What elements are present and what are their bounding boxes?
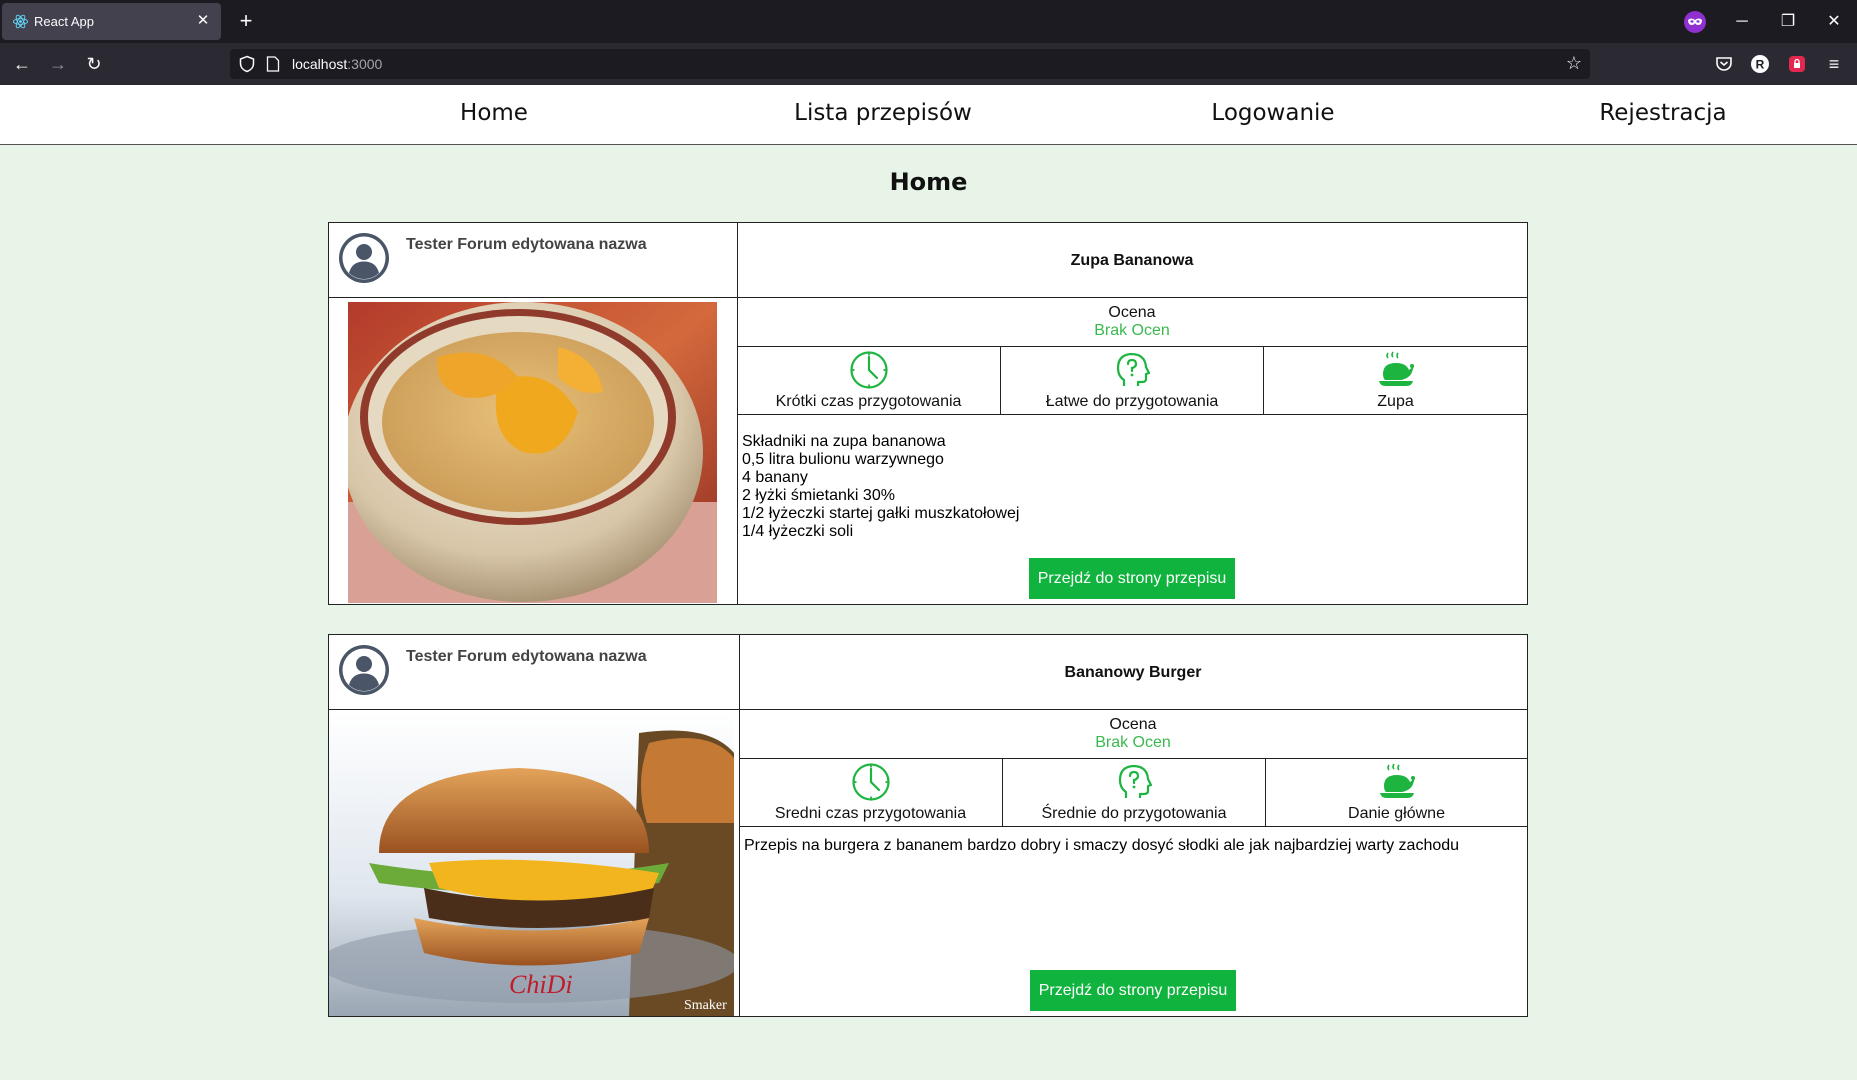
recipe-description: Składniki na zupa bananowa 0,5 litra bul… bbox=[742, 433, 1020, 540]
rating-label: Ocena bbox=[1108, 304, 1156, 321]
reload-icon[interactable]: ↻ bbox=[81, 51, 107, 77]
attr-difficulty-label: Łatwe do przygotowania bbox=[1045, 393, 1219, 410]
author-block: Tester Forum edytowana nazwa bbox=[329, 635, 739, 710]
photo-logo: ChiDi bbox=[509, 970, 573, 999]
shield-icon[interactable] bbox=[238, 55, 256, 73]
browser-nav-bar: ← → ↻ localhost:3000 ☆ R ≡ bbox=[0, 43, 1857, 85]
extension-icon[interactable] bbox=[1787, 54, 1807, 74]
browser-tab[interactable]: React App ✕ bbox=[2, 3, 221, 40]
rating-value: Brak Ocen bbox=[1095, 734, 1171, 751]
rating-block: Ocena Brak Ocen bbox=[739, 710, 1527, 759]
nav-login-link[interactable]: Logowanie bbox=[1211, 100, 1334, 126]
head-question-icon bbox=[1116, 352, 1151, 386]
recipe-attributes: Sredni czas przygotowania Średnie do prz… bbox=[739, 759, 1527, 827]
recipe-photo-banana-burger: ChiDi Smaker bbox=[329, 713, 734, 1016]
soup-photo-graphic bbox=[348, 302, 717, 603]
roast-chicken-icon bbox=[1379, 763, 1415, 798]
tab-close-icon[interactable]: ✕ bbox=[193, 11, 213, 31]
go-to-recipe-button[interactable]: Przejdź do strony przepisu bbox=[1029, 558, 1235, 599]
head-question-icon bbox=[1118, 764, 1153, 798]
page-icon bbox=[266, 56, 280, 72]
recipe-card-left: Tester Forum edytowana nazwa bbox=[329, 635, 740, 1016]
nav-register-link[interactable]: Rejestracja bbox=[1599, 100, 1726, 126]
bookmark-star-icon[interactable]: ☆ bbox=[1566, 53, 1582, 74]
browser-tab-bar: React App ✕ + ─ ❐ ✕ bbox=[0, 0, 1857, 43]
url-host: localhost bbox=[292, 56, 348, 72]
back-icon[interactable]: ← bbox=[9, 51, 35, 77]
new-tab-icon[interactable]: + bbox=[234, 9, 258, 33]
attr-prep-time: Krótki czas przygotowania bbox=[737, 347, 1000, 414]
react-icon bbox=[12, 14, 29, 29]
svg-text:R: R bbox=[1756, 58, 1765, 72]
url-bar[interactable]: localhost:3000 ☆ bbox=[230, 49, 1590, 79]
site-navbar: Home Lista przepisów Logowanie Rejestrac… bbox=[0, 85, 1857, 145]
recipe-description: Przepis na burgera z bananem bardzo dobr… bbox=[744, 837, 1460, 854]
page-title: Home bbox=[889, 168, 968, 196]
window-close-icon[interactable]: ✕ bbox=[1820, 8, 1848, 36]
recipe-attributes: Krótki czas przygotowania Łatwe do przyg… bbox=[737, 347, 1527, 415]
roast-chicken-icon bbox=[1378, 351, 1414, 386]
attr-category: Zupa bbox=[1263, 347, 1527, 414]
menu-icon[interactable]: ≡ bbox=[1821, 51, 1847, 77]
tab-title: React App bbox=[34, 14, 94, 29]
author-block: Tester Forum edytowana nazwa bbox=[329, 223, 737, 298]
minimize-icon[interactable]: ─ bbox=[1728, 8, 1756, 36]
pocket-icon[interactable] bbox=[1714, 54, 1734, 74]
user-avatar-icon bbox=[339, 645, 389, 695]
nav-recipes-link[interactable]: Lista przepisów bbox=[794, 100, 972, 126]
go-to-recipe-button[interactable]: Przejdź do strony przepisu bbox=[1030, 970, 1236, 1011]
author-name[interactable]: Tester Forum edytowana nazwa bbox=[406, 648, 647, 666]
forward-icon[interactable]: → bbox=[45, 51, 71, 77]
nav-home-link[interactable]: Home bbox=[460, 100, 528, 126]
attr-category-label: Danie główne bbox=[1348, 805, 1445, 822]
attr-difficulty: Łatwe do przygotowania bbox=[1000, 347, 1263, 414]
recipe-card-right: Bananowy Burger Ocena Brak Ocen Sredni c… bbox=[739, 635, 1527, 1016]
clock-icon bbox=[849, 351, 888, 389]
attr-prep-time-label: Sredni czas przygotowania bbox=[774, 805, 967, 822]
burger-photo-graphic: ChiDi Smaker bbox=[329, 713, 734, 1016]
photo-watermark: Smaker bbox=[684, 998, 727, 1013]
recipe-photo-banana-soup bbox=[348, 302, 717, 603]
author-name[interactable]: Tester Forum edytowana nazwa bbox=[406, 236, 647, 254]
recipe-card-left: Tester Forum edytowana nazwa bbox=[329, 223, 738, 604]
recipe-card: Tester Forum edytowana nazwa bbox=[328, 634, 1528, 1017]
recipe-card: Tester Forum edytowana nazwa bbox=[328, 222, 1528, 605]
rating-value: Brak Ocen bbox=[1094, 322, 1170, 339]
attr-difficulty-label: Średnie do przygotowania bbox=[1041, 805, 1227, 822]
recipe-card-right: Zupa Bananowa Ocena Brak Ocen Krótki cza… bbox=[737, 223, 1527, 604]
recipe-title[interactable]: Zupa Bananowa bbox=[737, 223, 1527, 298]
attr-category-label: Zupa bbox=[1377, 393, 1414, 410]
url-text[interactable]: localhost:3000 bbox=[292, 56, 382, 72]
private-browsing-icon bbox=[1684, 11, 1706, 33]
attr-prep-time-label: Krótki czas przygotowania bbox=[775, 393, 962, 410]
account-icon[interactable]: R bbox=[1750, 54, 1770, 74]
clock-icon bbox=[851, 763, 890, 801]
restore-icon[interactable]: ❐ bbox=[1774, 8, 1802, 36]
attr-difficulty: Średnie do przygotowania bbox=[1002, 759, 1265, 826]
url-port: :3000 bbox=[347, 56, 383, 72]
user-avatar-icon bbox=[339, 233, 389, 283]
attr-prep-time: Sredni czas przygotowania bbox=[739, 759, 1002, 826]
rating-block: Ocena Brak Ocen bbox=[737, 298, 1527, 347]
attr-category: Danie główne bbox=[1265, 759, 1527, 826]
rating-label: Ocena bbox=[1109, 716, 1157, 733]
recipe-title[interactable]: Bananowy Burger bbox=[739, 635, 1527, 710]
